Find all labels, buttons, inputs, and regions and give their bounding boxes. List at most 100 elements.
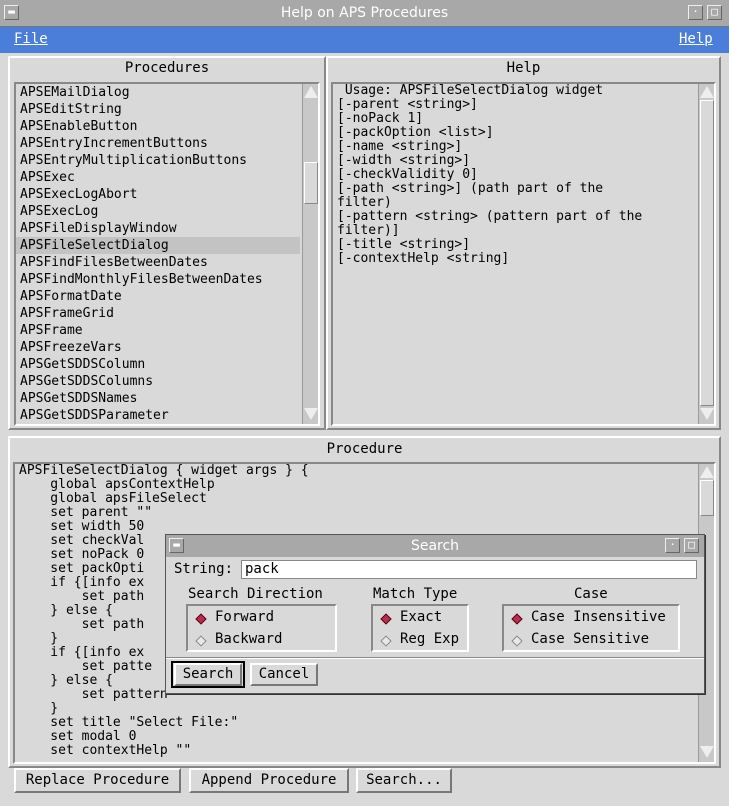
help-scrollbar[interactable] [698, 84, 714, 424]
code-line: set parent "" [19, 505, 153, 520]
list-item-selected[interactable]: APSFileSelectDialog [16, 237, 300, 254]
help-title: Help [506, 60, 541, 76]
window-titlebar[interactable]: ▬ Help on APS Procedures · □ [0, 0, 729, 27]
help-line: Usage: APSFileSelectDialog widget [337, 83, 604, 98]
radio-exact-icon[interactable] [380, 613, 392, 625]
code-line: } else { [19, 603, 113, 618]
append-procedure-button[interactable]: Append Procedure [189, 768, 349, 793]
menubar: File Help [0, 27, 729, 53]
code-line: set packOpti [19, 561, 145, 576]
radio-regexp-icon[interactable] [380, 635, 392, 647]
radio-case-insensitive-icon[interactable] [511, 613, 523, 625]
radio-regexp-label[interactable]: Reg Exp [400, 631, 459, 647]
list-item[interactable]: APSEMailDialog [16, 84, 300, 101]
list-item[interactable]: APSGetSDDSParameter [16, 407, 300, 424]
code-line: global apsContextHelp [19, 477, 215, 492]
cancel-button[interactable]: Cancel [250, 663, 318, 686]
radio-forward-icon[interactable] [195, 613, 207, 625]
string-label: String: [174, 561, 234, 577]
code-line: set width 50 [19, 519, 145, 534]
help-line: [-parent <string>] [337, 97, 478, 112]
help-line: [-packOption <list>] [337, 125, 494, 140]
list-item[interactable]: APSExecLog [16, 203, 300, 220]
radio-forward-label[interactable]: Forward [215, 609, 274, 625]
scroll-up-icon[interactable] [700, 466, 714, 478]
list-item[interactable]: APSFrame [16, 322, 300, 339]
code-line: } [19, 701, 59, 716]
help-line: [-pattern <string> (pattern part of the [337, 209, 643, 224]
code-line: } [19, 631, 59, 646]
list-item[interactable]: APSFrameGrid [16, 305, 300, 322]
list-item[interactable]: APSEnableButton [16, 118, 300, 135]
list-item[interactable]: APSExecLogAbort [16, 186, 300, 203]
procedures-title: Procedures [124, 60, 210, 76]
list-item[interactable]: APSFileDisplayWindow [16, 220, 300, 237]
search-direction-label: Search Direction [188, 586, 323, 602]
procedures-panel: Procedures APSEMailDialog APSEditString AP… [8, 56, 326, 430]
scroll-thumb[interactable] [700, 480, 714, 516]
procedures-list[interactable]: APSEMailDialog APSEditString APSEnableButt… [14, 82, 320, 426]
scroll-down-icon[interactable] [700, 746, 714, 758]
radio-backward-icon[interactable] [195, 635, 207, 647]
search-dialog-button[interactable]: Search... [356, 768, 452, 793]
radio-case-sensitive-icon[interactable] [511, 635, 523, 647]
replace-procedure-button[interactable]: Replace Procedure [14, 768, 181, 793]
code-line: if {[info ex [19, 575, 145, 590]
menu-help[interactable]: Help [679, 31, 713, 47]
code-line: set modal 0 [19, 729, 137, 744]
minimize-icon[interactable]: · [688, 5, 703, 20]
scroll-down-icon[interactable] [304, 408, 318, 420]
code-line: set path [19, 589, 145, 604]
radio-case-insensitive-label[interactable]: Case Insensitive [531, 609, 666, 625]
list-item[interactable]: APSGetSDDSColumns [16, 373, 300, 390]
scroll-up-icon[interactable] [700, 86, 714, 98]
case-group: Case Insensitive Case Sensitive [502, 604, 680, 652]
code-line: APSFileSelectDialog { widget args } { [19, 463, 309, 478]
minimize-icon[interactable]: · [665, 538, 680, 553]
help-line: [-title <string>] [337, 237, 471, 252]
scroll-down-icon[interactable] [700, 408, 714, 420]
code-line: if {[info ex [19, 645, 145, 660]
search-dialog-titlebar[interactable]: ▬ Search · □ [166, 535, 704, 557]
code-line: set title "Select File:" [19, 715, 239, 730]
help-panel: Help Usage: APSFileSelectDialog widget [-… [326, 56, 721, 430]
help-line: [-contextHelp <string] [337, 251, 510, 266]
search-dialog: ▬ Search · □ String: pack Search Directi… [165, 534, 705, 694]
list-item[interactable]: APSGetSDDSColumn [16, 356, 300, 373]
window-title: Help on APS Procedures [280, 5, 449, 21]
help-line: [-noPack 1] [337, 111, 424, 126]
radio-backward-label[interactable]: Backward [215, 631, 282, 647]
list-item[interactable]: APSExec [16, 169, 300, 186]
procedures-scrollbar[interactable] [302, 84, 318, 424]
list-item[interactable]: APSFindMonthlyFilesBetweenDates [16, 271, 300, 288]
list-item[interactable]: APSEntryIncrementButtons [16, 135, 300, 152]
list-item[interactable]: APSEntryMultiplicationButtons [16, 152, 300, 169]
help-text[interactable]: Usage: APSFileSelectDialog widget [-paren… [331, 82, 716, 426]
code-line: set checkVal [19, 533, 145, 548]
help-line: [-path <string>] (path part of the [337, 181, 604, 196]
procedure-title: Procedure [326, 441, 403, 457]
list-item[interactable]: APSFormatDate [16, 288, 300, 305]
scroll-thumb[interactable] [304, 162, 318, 204]
code-line: set path [19, 617, 145, 632]
list-item[interactable]: APSGetSDDSNames [16, 390, 300, 407]
help-line: filter) [337, 195, 392, 210]
dialog-divider [166, 657, 704, 659]
radio-case-sensitive-label[interactable]: Case Sensitive [531, 631, 649, 647]
search-button[interactable]: Search [174, 663, 242, 686]
scroll-thumb[interactable] [700, 100, 714, 406]
list-item[interactable]: APSFindFilesBetweenDates [16, 254, 300, 271]
menu-file[interactable]: File [14, 31, 48, 47]
case-label: Case [574, 586, 608, 602]
code-line: set contextHelp "" [19, 743, 192, 758]
scroll-up-icon[interactable] [304, 86, 318, 98]
code-line: set patte [19, 659, 153, 674]
list-item[interactable]: APSFreezeVars [16, 339, 300, 356]
maximize-icon[interactable]: □ [707, 5, 722, 20]
list-item[interactable]: APSEditString [16, 101, 300, 118]
help-line: [-name <string>] [337, 139, 463, 154]
maximize-icon[interactable]: □ [684, 538, 699, 553]
radio-exact-label[interactable]: Exact [400, 609, 442, 625]
search-string-input[interactable]: pack [241, 560, 697, 579]
search-direction-group: Forward Backward [186, 604, 337, 652]
